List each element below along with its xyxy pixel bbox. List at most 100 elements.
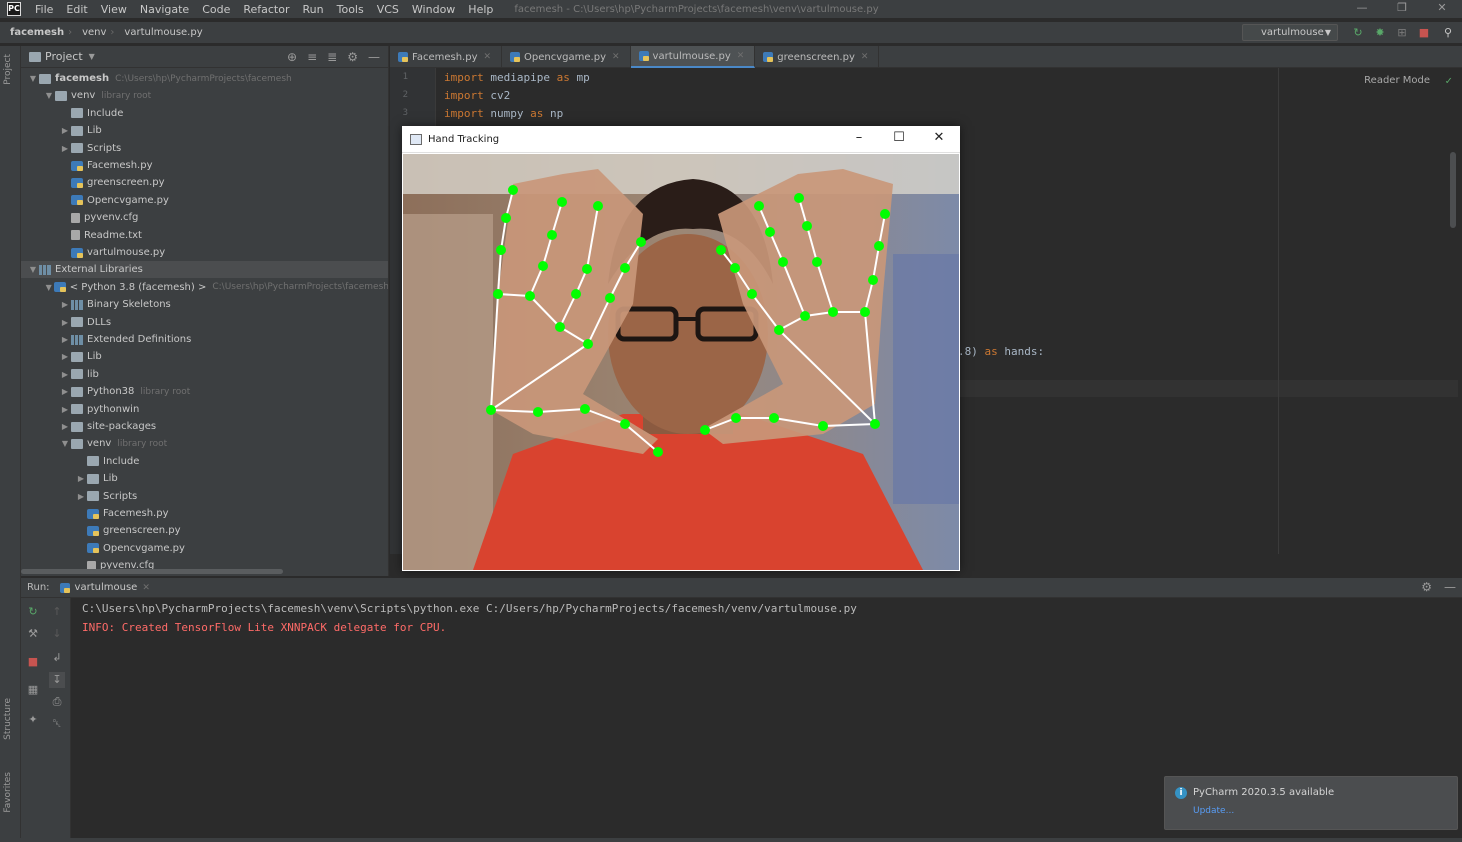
soft-wrap-icon[interactable]: ↲ [49,650,65,666]
favorites-tool-tab[interactable]: Favorites [3,772,18,813]
close-tab-icon[interactable]: ✕ [484,52,492,62]
tree-row[interactable]: Readme.txt [21,227,388,244]
chevron-right-icon[interactable]: ▶ [59,300,71,309]
breadcrumb-project[interactable]: facemesh [0,27,68,38]
tree-row[interactable]: Facemesh.py [21,157,388,174]
chevron-right-icon[interactable]: ▶ [59,405,71,414]
tree-row[interactable]: ▶ Scripts [21,140,388,157]
menu-navigate[interactable]: Navigate [134,3,196,16]
chevron-right-icon[interactable]: ▶ [75,492,87,501]
chevron-down-icon[interactable]: ▼ [43,91,55,100]
hide-panel-icon[interactable]: — [1444,580,1456,594]
scroll-to-end-icon[interactable]: ↧ [49,672,65,688]
reader-mode-toggle[interactable]: Reader Mode [1364,75,1430,86]
tree-row[interactable]: greenscreen.py [21,174,388,191]
tree-row[interactable]: ▶ pythonwin [21,401,388,418]
vertical-scrollbar[interactable] [1450,152,1456,228]
tree-row[interactable]: Opencvgame.py [21,192,388,209]
breadcrumb-file[interactable]: vartulmouse.py [114,27,206,38]
close-tab-icon[interactable]: ✕ [612,52,620,62]
chevron-down-icon[interactable]: ▼ [27,74,39,83]
restore-icon[interactable]: ❐ [1382,0,1422,18]
pin-icon[interactable]: ✦ [25,712,41,728]
tree-row[interactable]: ▶ Binary Skeletons [21,296,388,313]
run-configuration-dropdown[interactable]: vartulmouse ▼ [1242,24,1338,41]
menu-file[interactable]: File [29,3,60,16]
tree-row[interactable]: ▶ Scripts [21,488,388,505]
collapse-all-icon[interactable]: ≣ [327,50,337,64]
chevron-right-icon[interactable]: ▶ [59,422,71,431]
menu-window[interactable]: Window [406,3,462,16]
update-link[interactable]: Update... [1193,806,1234,816]
chevron-right-icon[interactable]: ▶ [59,387,71,396]
minimize-icon[interactable]: — [1342,0,1382,18]
hand-tracking-titlebar[interactable]: Hand Tracking – ☐ ✕ [402,126,960,153]
stop-icon[interactable]: ■ [1416,25,1432,41]
menu-help[interactable]: Help [462,3,500,16]
tree-row[interactable]: Include [21,105,388,122]
tree-row[interactable]: Facemesh.py [21,505,388,522]
menu-refactor[interactable]: Refactor [237,3,296,16]
chevron-down-icon[interactable]: ▼ [43,283,54,292]
close-tab-icon[interactable]: ✕ [861,52,869,62]
tree-row[interactable]: greenscreen.py [21,522,388,539]
menu-code[interactable]: Code [196,3,237,16]
tree-row[interactable]: ▶ Lib [21,348,388,365]
chevron-down-icon[interactable]: ▼ [89,52,95,61]
tree-row[interactable]: ▼ External Libraries [21,261,388,279]
chevron-right-icon[interactable]: ▶ [59,370,71,379]
menu-edit[interactable]: Edit [60,3,94,16]
minimize-icon[interactable]: – [844,130,874,145]
chevron-right-icon[interactable]: ▶ [75,474,87,483]
tab-opencvgame[interactable]: Opencvgame.py ✕ [502,46,631,68]
project-tool-tab[interactable]: Project [3,54,18,85]
tree-row[interactable]: ▼ venv library root [21,87,388,104]
chevron-down-icon[interactable]: ▼ [27,265,39,274]
tab-facemesh[interactable]: Facemesh.py ✕ [390,46,503,68]
tab-vartulmouse[interactable]: vartulmouse.py ✕ [630,46,756,68]
search-icon[interactable]: ⚲ [1440,25,1456,41]
hide-panel-icon[interactable]: — [368,50,380,64]
tree-row[interactable]: Include [21,453,388,470]
tree-row[interactable]: ▶ Lib [21,470,388,487]
tree-row[interactable]: ▼ facemesh C:\Users\hp\PycharmProjects\fac… [21,70,388,87]
close-tab-icon[interactable]: ✕ [142,583,150,593]
chevron-down-icon[interactable]: ▼ [59,439,71,448]
chevron-right-icon[interactable]: ▶ [59,144,71,153]
project-panel-title[interactable]: Project [45,50,83,63]
maximize-icon[interactable]: ☐ [884,130,914,145]
menu-vcs[interactable]: VCS [371,3,406,16]
tree-row[interactable]: ▼ venv library root [21,435,388,452]
tree-row[interactable]: Opencvgame.py [21,540,388,557]
scroll-up-icon[interactable]: ↑ [49,604,65,620]
debug-icon[interactable]: ✸ [1372,25,1388,41]
breadcrumb-venv[interactable]: venv [72,27,110,38]
chevron-right-icon[interactable]: ▶ [59,335,71,344]
tree-row[interactable]: ▶ Lib [21,122,388,139]
chevron-right-icon[interactable]: ▶ [59,318,71,327]
coverage-icon[interactable]: ⊞ [1394,25,1410,41]
menu-run[interactable]: Run [297,3,331,16]
gear-icon[interactable]: ⚙ [1421,580,1432,594]
stop-icon[interactable]: ■ [25,654,41,670]
rerun-icon[interactable]: ↻ [1350,25,1366,41]
menu-tools[interactable]: Tools [331,3,371,16]
print-icon[interactable]: ⎙ [49,694,65,710]
tree-row[interactable]: ▶ site-packages [21,418,388,435]
chevron-right-icon[interactable]: ▶ [59,352,71,361]
rerun-icon[interactable]: ↻ [25,604,41,620]
tree-row[interactable]: vartulmouse.py [21,244,388,261]
scroll-down-icon[interactable]: ↓ [49,626,65,642]
gear-icon[interactable]: ⚙ [347,50,358,64]
close-tab-icon[interactable]: ✕ [737,51,745,61]
horizontal-scrollbar[interactable] [21,569,283,574]
tree-row[interactable]: ▶ Extended Definitions [21,331,388,348]
expand-all-icon[interactable]: ≡ [307,50,317,64]
layout-icon[interactable]: ▦ [25,682,41,698]
close-icon[interactable]: ✕ [1422,0,1462,18]
close-icon[interactable]: ✕ [924,130,954,145]
locate-icon[interactable]: ⊕ [287,50,297,64]
run-tab-vartulmouse[interactable]: vartulmouse ✕ [59,582,150,593]
structure-tool-tab[interactable]: Structure [3,698,18,740]
tree-row[interactable]: pyvenv.cfg [21,209,388,226]
